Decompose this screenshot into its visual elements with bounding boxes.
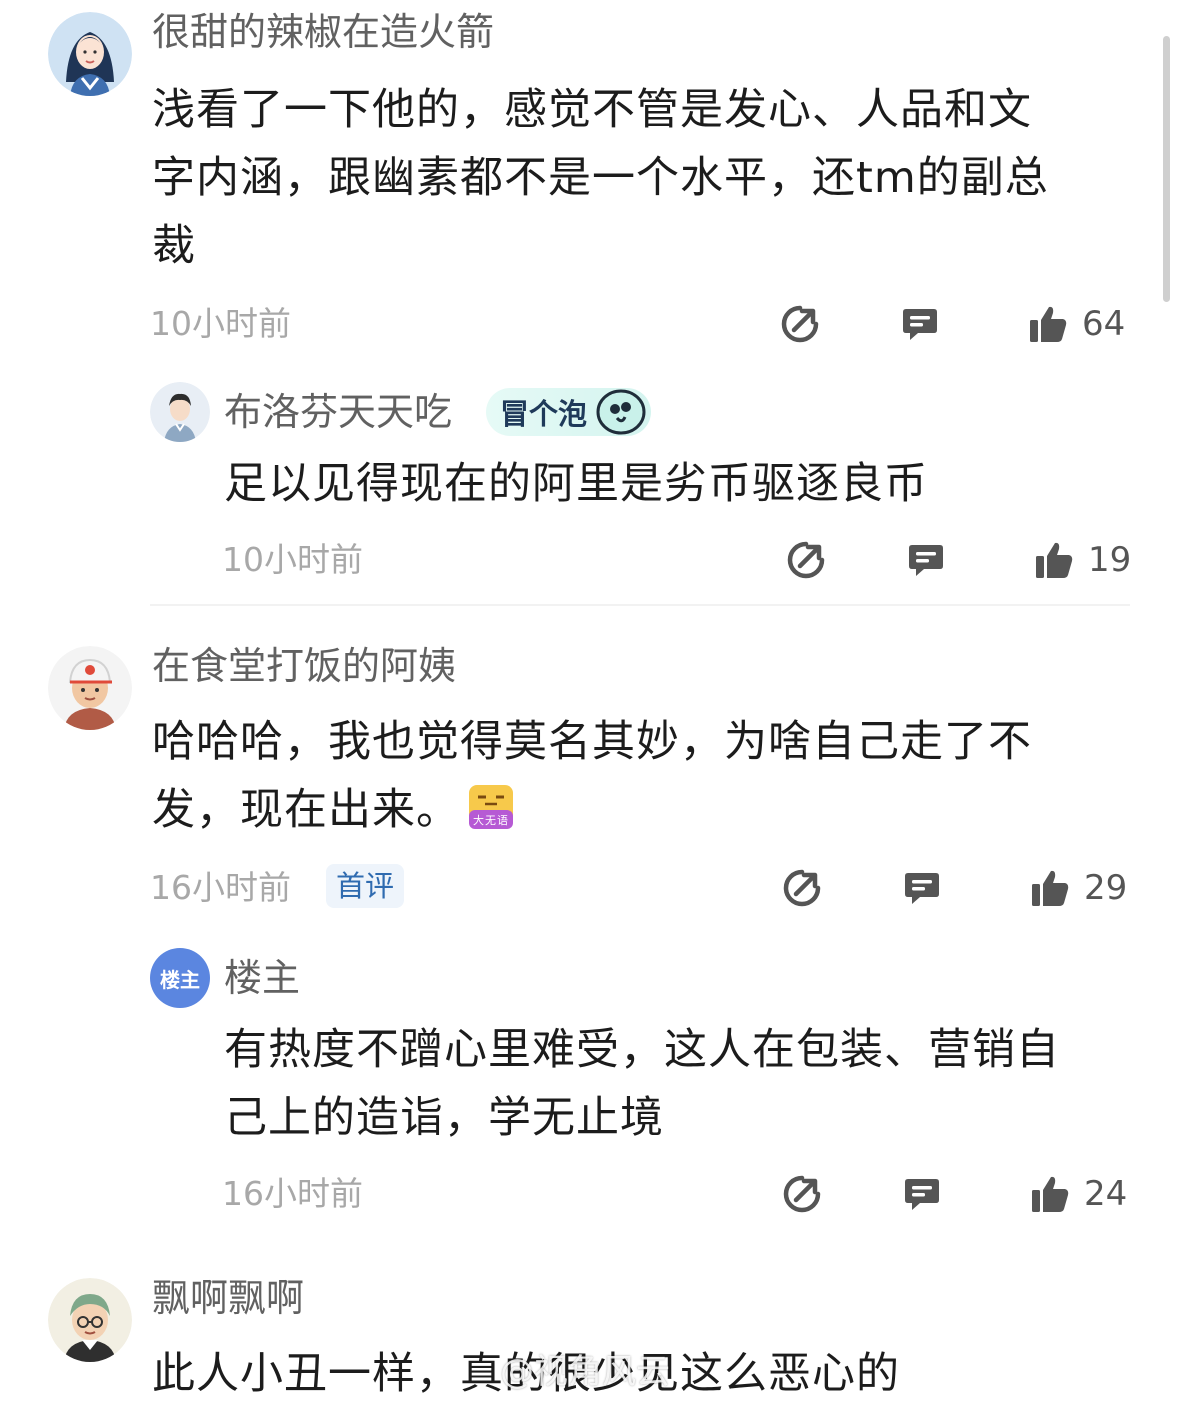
username[interactable]: 楼主 [224,956,300,1000]
man-avatar-icon [150,382,210,442]
username[interactable]: 在食堂打饭的阿姨 [152,644,456,688]
like-button[interactable]: 24 [1030,1172,1127,1216]
share-button[interactable] [782,1172,822,1216]
thumbs-up-icon [1030,306,1067,342]
reply-button[interactable] [902,866,942,910]
speechless-sticker: 大无语 [468,782,514,829]
like-button[interactable]: 64 [1028,302,1125,346]
divider [150,604,1130,606]
share-icon [783,1175,821,1213]
username[interactable]: 布洛芬天天吃 [224,390,452,434]
badge-label: 冒个泡 [500,397,588,431]
action-bar: 29 [782,866,1142,910]
timestamp: 16小时前 [222,1174,363,1213]
username[interactable]: 很甜的辣椒在造火箭 [152,10,494,54]
user-avatar[interactable] [48,1278,132,1362]
action-bar: 24 [782,1172,1142,1216]
woman-avatar-icon [48,12,132,96]
user-avatar[interactable] [150,382,210,442]
username[interactable]: 飘啊飘啊 [152,1276,304,1320]
share-button[interactable] [786,538,826,582]
watermark: @视角风云 [500,1352,670,1392]
thumbs-up-icon [1032,1176,1069,1212]
timestamp: 16小时前 [150,868,291,907]
user-badge[interactable]: 冒个泡 [486,388,652,436]
timestamp: 10小时前 [150,304,291,343]
man-glasses-avatar-icon [48,1278,132,1362]
like-count: 19 [1088,540,1132,580]
timestamp: 10小时前 [222,540,363,579]
svg-text:大无语: 大无语 [473,813,509,827]
share-button[interactable] [780,302,820,346]
comment-icon [909,545,943,576]
comment-icon [903,309,937,340]
bubble-face-icon [596,389,646,435]
thumbs-up-icon [1036,542,1073,578]
like-count: 24 [1084,1174,1128,1214]
user-avatar[interactable] [48,12,132,96]
comment-text: 哈哈哈，我也觉得莫名其妙，为啥自己走了不 发，现在出来。 大无语 [152,717,1032,835]
first-comment-tag: 首评 [326,864,405,908]
like-button[interactable]: 29 [1030,866,1127,910]
share-button[interactable] [782,866,822,910]
action-bar: 19 [786,538,1146,582]
scrollbar[interactable] [1163,36,1170,302]
like-count: 29 [1084,868,1128,908]
cap-boy-avatar-icon [48,646,132,730]
reply-button[interactable] [900,302,940,346]
share-icon [787,541,825,579]
reply-button[interactable] [902,1172,942,1216]
like-button[interactable]: 19 [1034,538,1131,582]
share-icon [783,869,821,907]
comment-icon [905,873,939,904]
reply-text: 足以见得现在的阿里是劣币驱逐良币 [224,459,928,509]
like-count: 64 [1082,304,1126,344]
comment-text: 浅看了一下他的，感觉不管是发心、人品和文 字内涵，跟幽素都不是一个水平，还tm的… [152,85,1049,271]
reply-text: 有热度不蹭心里难受，这人在包装、营销自 己上的造诣，学无止境 [224,1025,1060,1143]
op-avatar[interactable]: 楼主 [150,948,210,1008]
share-icon [781,305,819,343]
comment-icon [905,1179,939,1210]
reply-button[interactable] [906,538,946,582]
user-avatar[interactable] [48,646,132,730]
action-bar: 64 [780,302,1140,346]
thumbs-up-icon [1032,870,1069,906]
op-avatar-label: 楼主 [160,967,200,992]
